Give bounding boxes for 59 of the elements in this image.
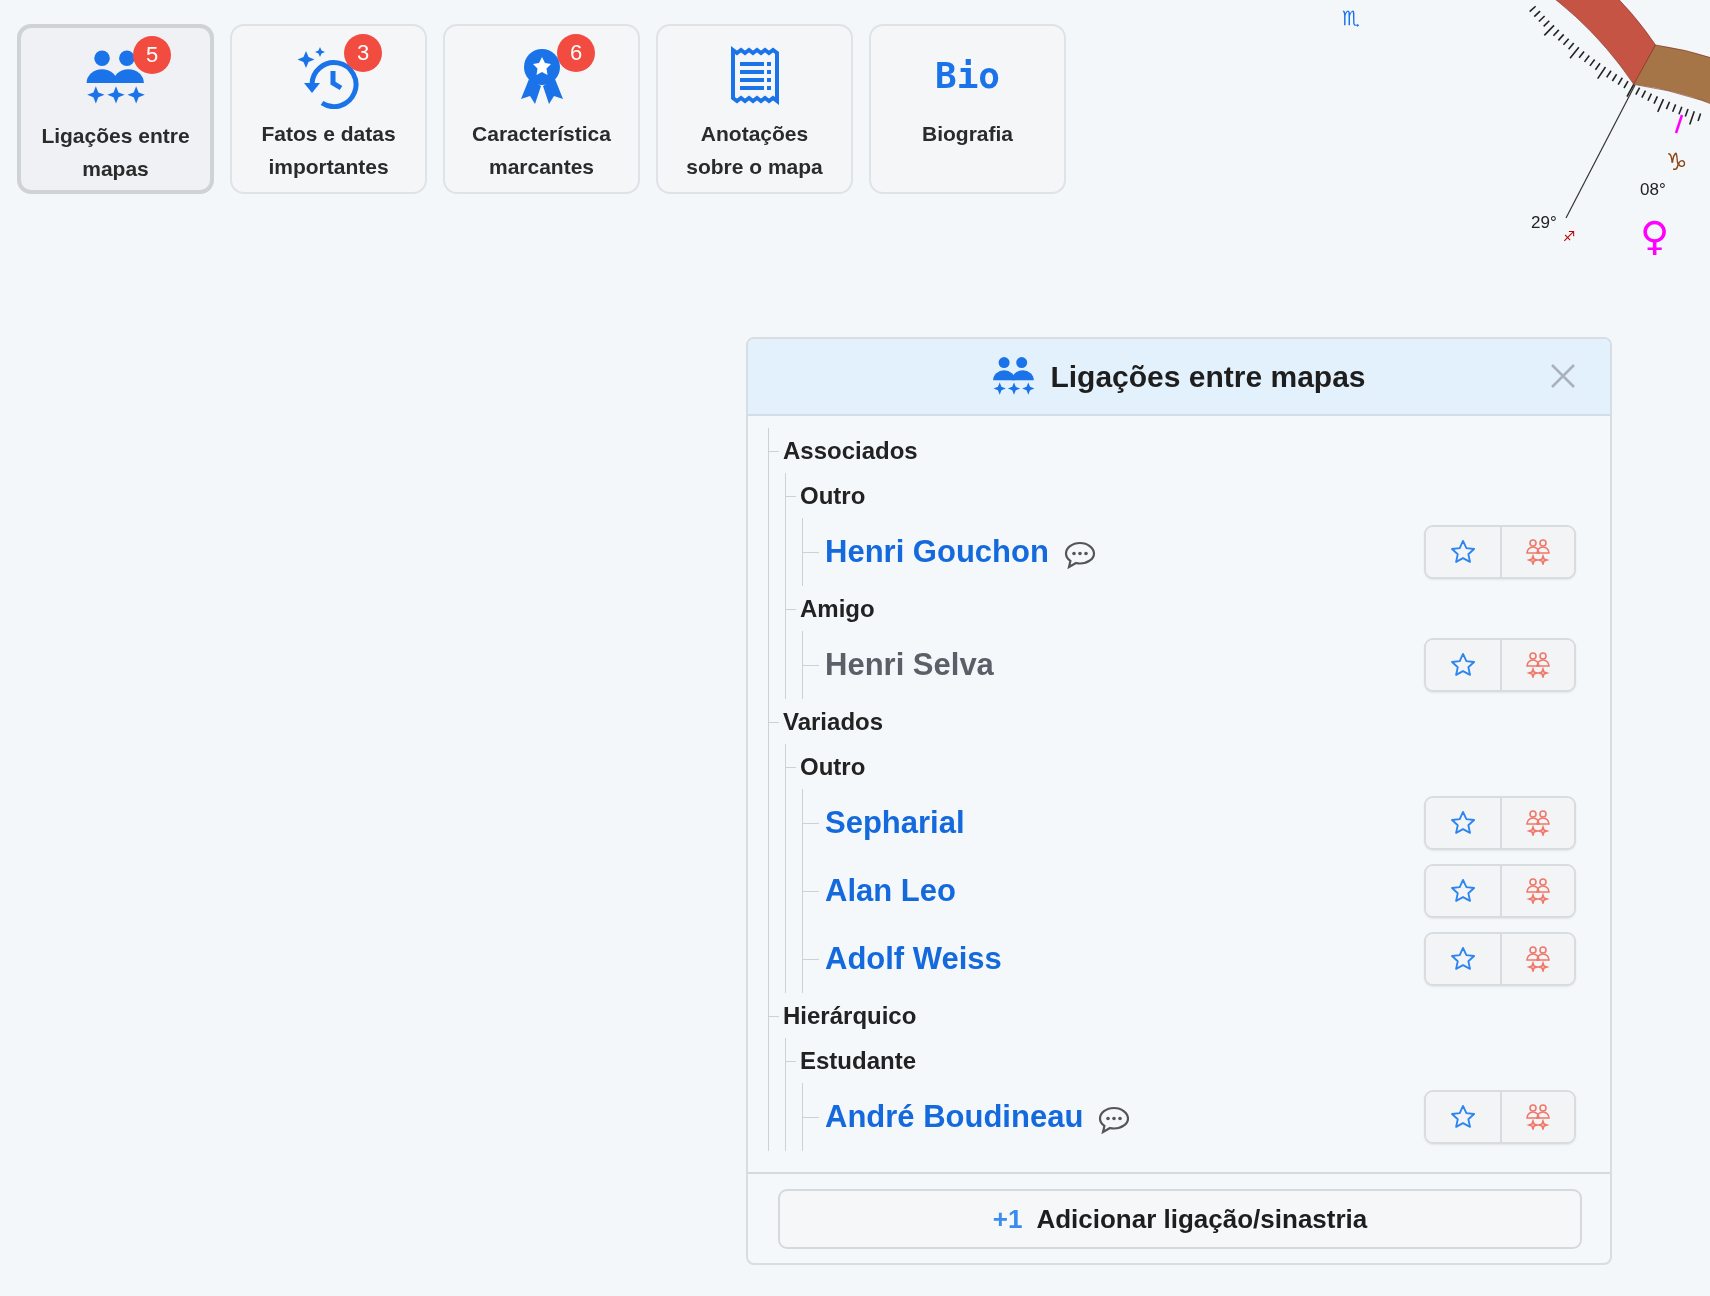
star-icon bbox=[1449, 945, 1477, 973]
count-badge: 3 bbox=[344, 34, 382, 72]
person-link[interactable]: Sepharial bbox=[825, 799, 965, 847]
synastry-button[interactable] bbox=[1500, 640, 1574, 690]
synastry-button[interactable] bbox=[1500, 866, 1574, 916]
favorite-button[interactable] bbox=[1426, 934, 1500, 984]
favorite-button[interactable] bbox=[1426, 527, 1500, 577]
tab[interactable]: Característica marcantes 6 bbox=[443, 24, 640, 194]
star-icon bbox=[1449, 538, 1477, 566]
people-icon bbox=[1525, 810, 1551, 836]
degree-label: 29° bbox=[1531, 213, 1557, 232]
zodiac-glyph: ♀ bbox=[1640, 213, 1670, 259]
people-icon bbox=[1525, 539, 1551, 565]
group-label: Hierárquico bbox=[769, 993, 1576, 1038]
count-badge: 5 bbox=[133, 36, 171, 74]
person-link[interactable]: André Boudineau bbox=[825, 1093, 1084, 1141]
people-icon bbox=[1525, 878, 1551, 904]
category-label: Amigo bbox=[786, 586, 1576, 631]
person-link[interactable]: Henri Gouchon bbox=[825, 528, 1049, 576]
document-icon bbox=[728, 46, 781, 106]
tab[interactable]: Ligações entre mapas 5 bbox=[17, 24, 214, 194]
tab[interactable]: Fatos e datas importantes 3 bbox=[230, 24, 427, 194]
favorite-button[interactable] bbox=[1426, 866, 1500, 916]
bio-text-icon: Bio bbox=[935, 48, 1000, 104]
person-link[interactable]: Adolf Weiss bbox=[825, 935, 1002, 983]
group-label: Variados bbox=[769, 699, 1576, 744]
category-label: Outro bbox=[786, 744, 1576, 789]
category-label: Outro bbox=[786, 473, 1576, 518]
star-icon bbox=[1449, 809, 1477, 837]
group-label: Associados bbox=[769, 428, 1576, 473]
star-icon bbox=[1449, 877, 1477, 905]
person-link[interactable]: Alan Leo bbox=[825, 867, 956, 915]
synastry-button[interactable] bbox=[1500, 798, 1574, 848]
star-icon bbox=[1449, 651, 1477, 679]
planet-marker bbox=[1674, 114, 1684, 134]
comment-icon bbox=[1097, 1105, 1132, 1135]
tab[interactable]: Anotações sobre o mapa bbox=[656, 24, 853, 194]
category-label: Estudante bbox=[786, 1038, 1576, 1083]
favorite-button[interactable] bbox=[1426, 798, 1500, 848]
people-icon bbox=[1525, 1104, 1551, 1130]
count-badge: 6 bbox=[557, 34, 595, 72]
synastry-button[interactable] bbox=[1500, 934, 1574, 984]
tab[interactable]: Bio Biografia bbox=[869, 24, 1066, 194]
add-link-button[interactable]: +1 Adicionar ligação/sinastria bbox=[778, 1189, 1582, 1249]
people-icon bbox=[1525, 652, 1551, 678]
zodiac-glyph: ♏ bbox=[1342, 6, 1360, 30]
favorite-button[interactable] bbox=[1426, 640, 1500, 690]
synastry-button[interactable] bbox=[1500, 527, 1574, 577]
people-icon bbox=[1525, 946, 1551, 972]
comment-icon bbox=[1062, 540, 1097, 570]
zodiac-glyph: ♐ bbox=[1563, 228, 1576, 244]
degree-label: 08° bbox=[1640, 180, 1666, 199]
person-link[interactable]: Henri Selva bbox=[825, 641, 994, 689]
synastry-button[interactable] bbox=[1500, 1092, 1574, 1142]
favorite-button[interactable] bbox=[1426, 1092, 1500, 1142]
zodiac-glyph: ♑ bbox=[1666, 148, 1688, 176]
star-icon bbox=[1449, 1103, 1477, 1131]
panel-title: Ligações entre mapas bbox=[1050, 359, 1366, 395]
close-icon bbox=[1550, 363, 1576, 389]
